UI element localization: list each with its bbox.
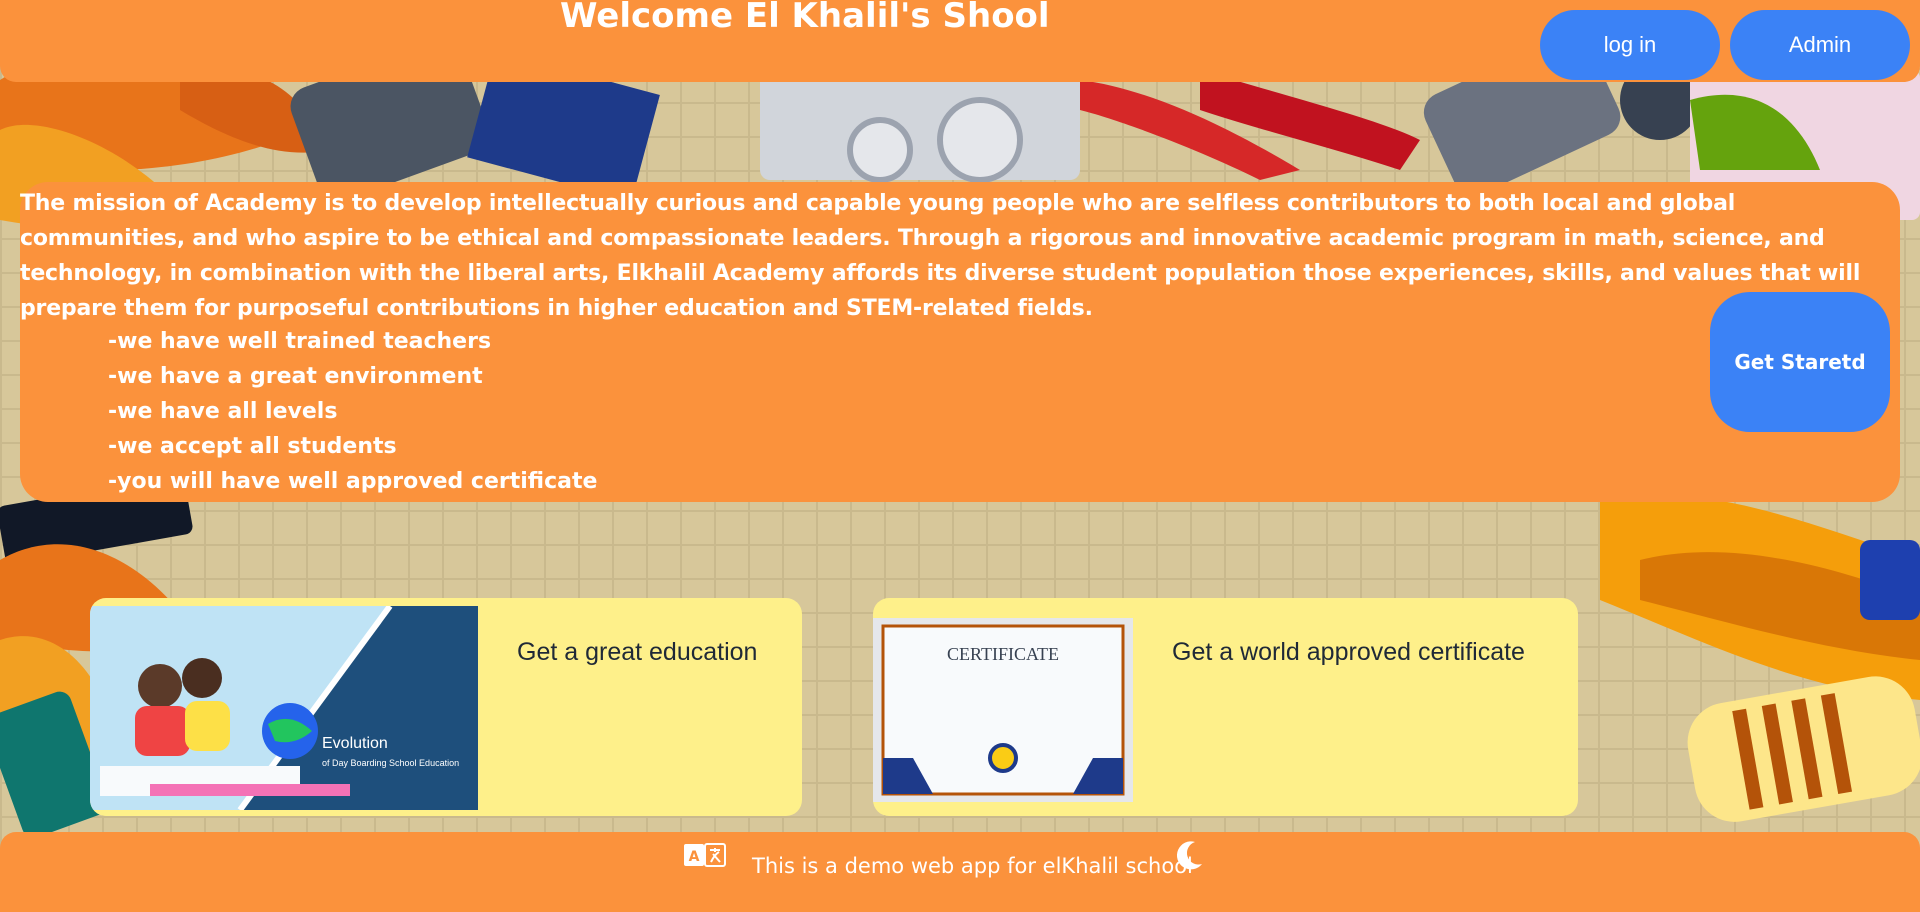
list-item: -we have well trained teachers (108, 329, 492, 354)
site-footer: A This is a demo web app for elKhalil sc… (0, 832, 1920, 912)
login-button[interactable]: log in (1540, 10, 1720, 80)
mission-panel: The mission of Academy is to develop int… (20, 182, 1900, 502)
image-caption: of Day Boarding School Education (322, 758, 459, 768)
card-title: Get a great education (517, 638, 758, 666)
image-heading: Evolution (322, 735, 388, 752)
translate-icon[interactable]: A (683, 842, 727, 872)
card-title: Get a world approved certificate (1172, 638, 1525, 666)
feature-card-education[interactable]: Evolution of Day Boarding School Educati… (90, 598, 802, 816)
list-item: -we have all levels (108, 399, 338, 424)
list-item: -we accept all students (108, 434, 397, 459)
certificate-image: CERTIFICATE (873, 618, 1133, 802)
moon-icon[interactable] (1170, 838, 1206, 874)
footer-text: This is a demo web app for elKhalil scho… (752, 854, 1193, 878)
feature-card-certificate[interactable]: CERTIFICATE Get a world approved certifi… (873, 598, 1578, 816)
get-started-button[interactable]: Get Staretd (1710, 292, 1890, 432)
page-title: Welcome El Khalil's Shool (560, 0, 1050, 36)
certificate-heading: CERTIFICATE (947, 644, 1059, 664)
svg-text:A: A (689, 849, 700, 865)
mission-statement: The mission of Academy is to develop int… (20, 191, 1861, 321)
list-item: -you will have well approved certificate (108, 469, 598, 494)
site-header: Welcome El Khalil's Shool log in Admin (0, 0, 1920, 82)
feature-list: -we have well trained teachers -we have … (108, 324, 597, 499)
list-item: -we have a great environment (108, 364, 483, 389)
admin-button[interactable]: Admin (1730, 10, 1910, 80)
education-image: Evolution of Day Boarding School Educati… (90, 606, 478, 810)
